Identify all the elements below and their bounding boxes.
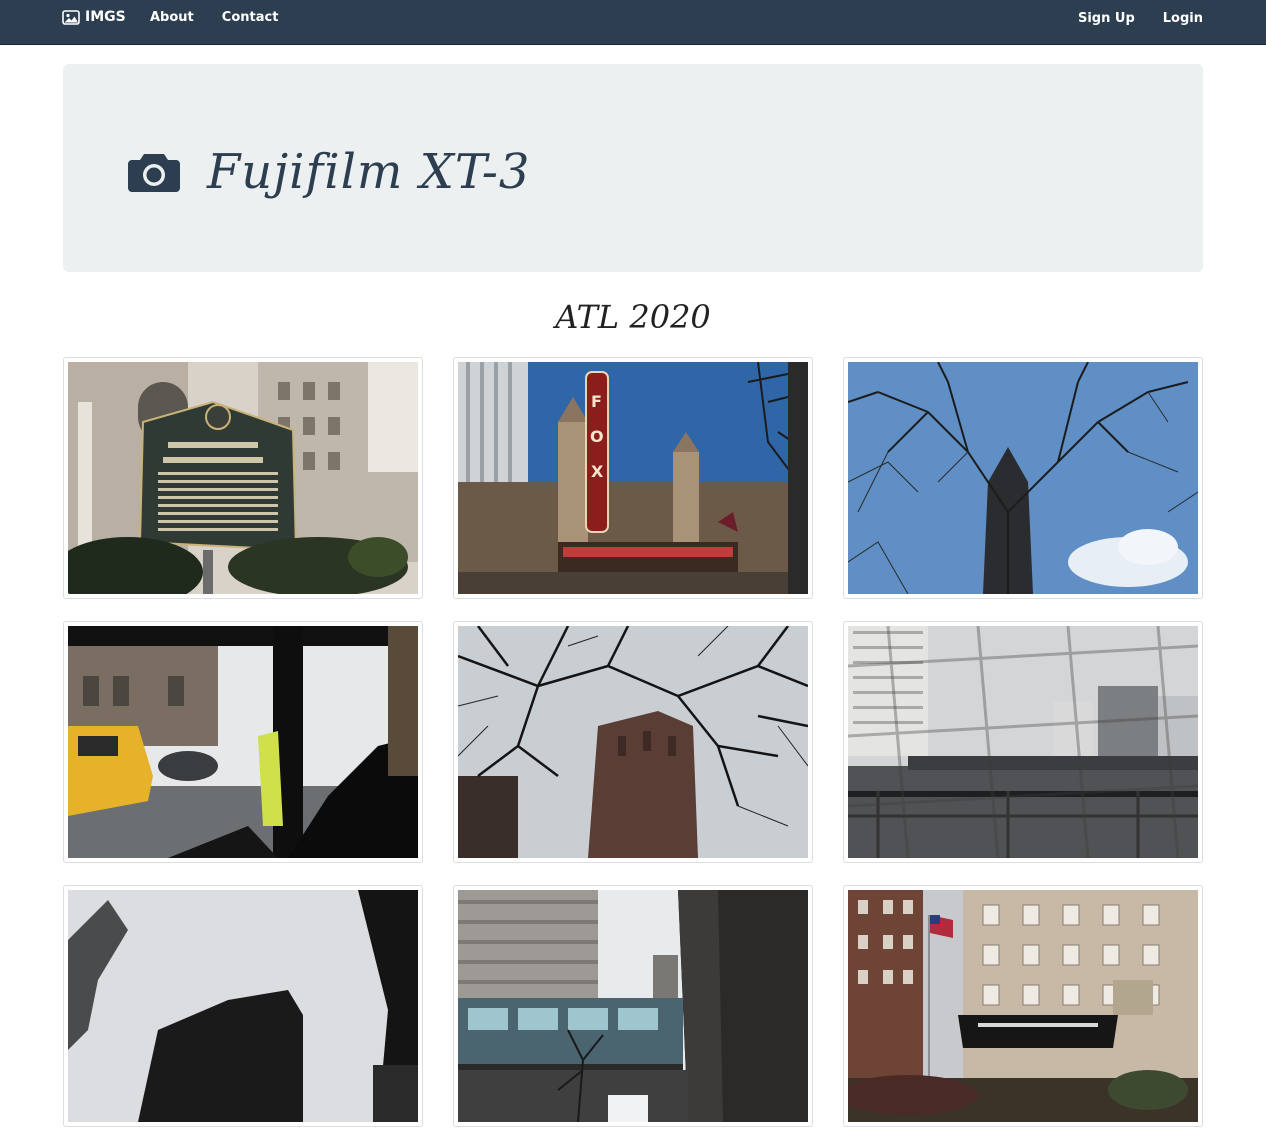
image-icon	[62, 9, 80, 25]
photo-image	[458, 626, 808, 858]
svg-text:X: X	[591, 462, 604, 481]
photo-thumbnail[interactable]	[843, 621, 1203, 863]
nav-contact-link[interactable]: Contact	[222, 10, 279, 25]
nav-right: Sign Up Login	[1078, 11, 1203, 26]
album-title: ATL 2020	[555, 298, 711, 336]
nav-about-link[interactable]: About	[150, 10, 194, 25]
nav-signup-link[interactable]: Sign Up	[1078, 11, 1135, 26]
photo-thumbnail[interactable]	[63, 885, 423, 1127]
camera-icon	[128, 154, 180, 192]
photo-thumbnail[interactable]	[63, 621, 423, 863]
photo-image	[68, 362, 418, 594]
photo-image	[458, 890, 808, 1122]
page-title-row: Fujifilm XT-3	[127, 144, 530, 200]
photo-thumbnail[interactable]: FOX	[453, 357, 813, 599]
photo-thumbnail[interactable]	[63, 357, 423, 599]
photo-grid: FOX	[63, 357, 1203, 1127]
photo-thumbnail[interactable]	[453, 621, 813, 863]
photo-image	[848, 626, 1198, 858]
photo-thumbnail[interactable]	[843, 357, 1203, 599]
brand-label: IMGS	[85, 9, 126, 25]
nav-login-link[interactable]: Login	[1163, 11, 1203, 26]
nav-left: About Contact	[150, 10, 278, 25]
page-title: Fujifilm XT-3	[207, 144, 531, 200]
photo-image: FOX	[458, 362, 808, 594]
photo-image	[68, 626, 418, 858]
svg-text:O: O	[590, 427, 604, 446]
brand-link[interactable]: IMGS	[62, 9, 126, 25]
svg-text:F: F	[591, 392, 602, 411]
photo-thumbnail[interactable]	[453, 885, 813, 1127]
photo-thumbnail[interactable]	[843, 885, 1203, 1127]
photo-image	[848, 890, 1198, 1122]
photo-image	[848, 362, 1198, 594]
jumbotron: Fujifilm XT-3	[63, 64, 1203, 272]
navbar: IMGS About Contact Sign Up Login	[0, 0, 1266, 45]
photo-image	[68, 890, 418, 1122]
